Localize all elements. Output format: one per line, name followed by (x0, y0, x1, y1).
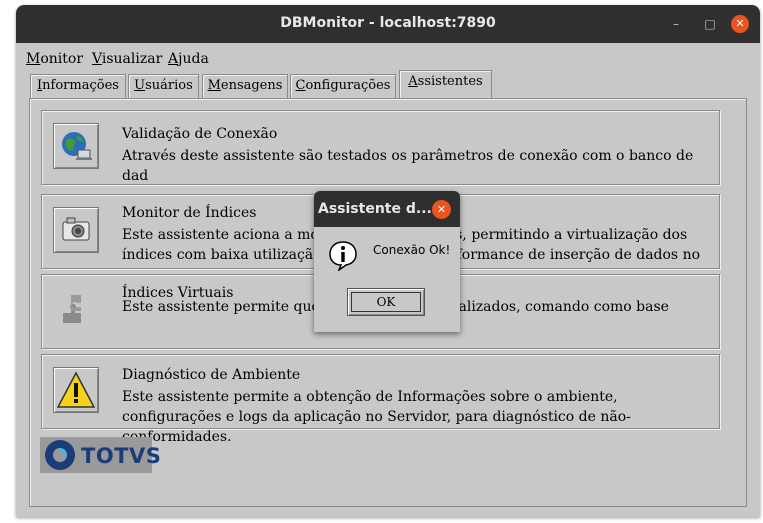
tab-configuracoes[interactable]: Configurações (290, 74, 396, 98)
info-icon (329, 241, 357, 271)
dialog-close-button[interactable]: ✕ (432, 200, 451, 219)
menu-ajuda[interactable]: Ajuda (168, 51, 209, 67)
ok-button-label: OK (351, 292, 421, 312)
menu-bar: Monitor Visualizar Ajuda (16, 43, 760, 73)
message-dialog: Assistente d... ✕ Conexão Ok! OK (314, 191, 460, 332)
tab-informacoes[interactable]: Informações (30, 74, 126, 98)
maximize-button[interactable]: □ (701, 15, 719, 33)
card-title: Validação de Conexão (122, 126, 278, 142)
menu-visualizar-label: isualizar (101, 51, 163, 67)
warning-icon[interactable] (53, 367, 99, 413)
dialog-title: Assistente d... (318, 201, 432, 217)
tab-assistentes[interactable]: Assistentes (399, 70, 492, 100)
logo-text: TOTVS (81, 444, 162, 468)
assistant-card-validacao[interactable]: Validação de Conexão Através deste assis… (41, 110, 720, 185)
card-title: Diagnóstico de Ambiente (122, 367, 301, 383)
tab-mensagens[interactable]: Mensagens (202, 74, 288, 98)
menu-monitor-label: onitor (40, 51, 84, 67)
totvs-logo: TOTVS (40, 437, 161, 473)
totvs-logo-icon (45, 440, 75, 470)
title-bar[interactable]: DBMonitor - localhost:7890 – □ ✕ (16, 5, 760, 43)
minimize-button[interactable]: – (667, 15, 685, 33)
menu-visualizar[interactable]: Visualizar (92, 51, 162, 67)
card-title: Monitor de Índices (122, 205, 257, 221)
card-description: Este assistente permite a obtenção de In… (122, 389, 631, 445)
menu-monitor[interactable]: Monitor (26, 51, 83, 67)
globe-network-icon[interactable] (53, 123, 99, 169)
dialog-message: Conexão Ok! (373, 243, 451, 257)
ok-button[interactable]: OK (347, 288, 425, 316)
camera-icon[interactable] (53, 207, 99, 253)
assistant-card-diagnostico[interactable]: Diagnóstico de Ambiente Este assistente … (41, 354, 720, 445)
window-title: DBMonitor - localhost:7890 (280, 15, 496, 31)
dialog-title-bar[interactable]: Assistente d... ✕ (314, 191, 460, 227)
card-description: Através deste assistente são testados os… (122, 148, 694, 184)
puzzle-icon[interactable] (53, 287, 97, 331)
menu-ajuda-label: juda (178, 51, 209, 67)
close-button[interactable]: ✕ (731, 15, 749, 33)
tab-usuarios[interactable]: Usuários (128, 74, 199, 98)
